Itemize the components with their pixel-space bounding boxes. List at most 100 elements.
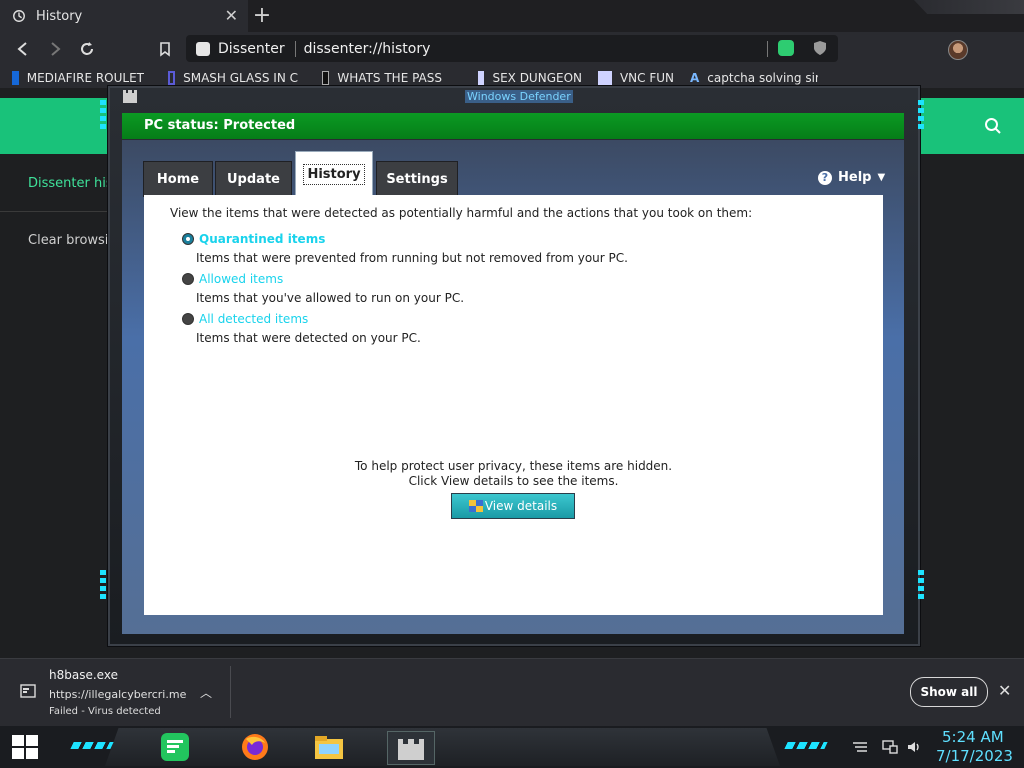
tab-history[interactable]: History ✕ <box>0 0 248 32</box>
option-description: Items that were prevented from running b… <box>196 251 628 265</box>
address-bar[interactable]: Dissenter dissenter://history <box>186 35 838 62</box>
bookmark-label: VNC FUN <box>619 71 674 85</box>
url-text[interactable]: dissenter://history <box>304 41 431 57</box>
option-label[interactable]: Allowed items <box>199 272 283 286</box>
back-icon[interactable] <box>14 40 32 58</box>
defender-taskbar-button[interactable] <box>387 731 435 765</box>
bookmark-label: WHATS THE PASS <box>337 71 442 85</box>
privacy-notice: Click View details to see the items. <box>408 474 619 488</box>
view-details-label: View details <box>484 499 558 513</box>
option-label[interactable]: Quarantined items <box>199 232 325 246</box>
glass-icon <box>168 71 176 85</box>
option-all-detected[interactable]: All detected items <box>182 312 308 326</box>
option-allowed[interactable]: Allowed items <box>182 272 283 286</box>
profile-avatar[interactable] <box>948 40 968 60</box>
close-icon[interactable]: ✕ <box>998 681 1011 700</box>
sidebar-item-clear-browsing[interactable]: Clear browsi <box>28 233 108 248</box>
radio-button[interactable] <box>182 313 194 325</box>
divider <box>767 41 768 57</box>
cube-icon <box>478 71 485 85</box>
help-button[interactable]: ? Help ▼ <box>818 170 885 185</box>
tab-settings[interactable]: Settings <box>376 161 458 197</box>
download-source: https://illegalcybercri.me <box>49 688 187 701</box>
bookmark-item[interactable]: SEX DUNGEON <box>478 71 582 85</box>
bookmark-item[interactable]: A captcha solving sim <box>690 71 818 85</box>
bookmark-label: SEX DUNGEON <box>492 71 582 85</box>
taskbar-rail <box>105 728 780 766</box>
tab-strip: History ✕ + <box>0 0 1024 32</box>
clock-date[interactable]: 7/17/2023 <box>936 747 1013 765</box>
taskbar-decoration <box>70 742 114 749</box>
option-label[interactable]: All detected items <box>199 312 308 326</box>
option-quarantined[interactable]: Quarantined items <box>182 232 325 246</box>
window-decoration <box>914 0 1024 14</box>
help-label: Help <box>838 170 872 185</box>
radio-button[interactable] <box>182 233 194 245</box>
bookmark-item[interactable]: VNC FUN <box>598 71 674 85</box>
view-details-button[interactable]: View details <box>451 493 575 519</box>
tab-label: Home <box>156 171 200 187</box>
taskbar-decoration <box>784 742 828 749</box>
comments-extension-icon[interactable] <box>778 40 794 56</box>
letter-a-icon: A <box>690 71 700 85</box>
bookmark-label: captcha solving sim <box>707 71 818 85</box>
option-description: Items that were detected on your PC. <box>196 331 421 345</box>
lock-icon <box>322 71 330 85</box>
network-icon[interactable] <box>882 740 898 754</box>
new-tab-button[interactable]: + <box>252 3 272 28</box>
site-icon <box>196 41 210 56</box>
tab-update[interactable]: Update <box>215 161 292 197</box>
bookmark-item[interactable]: WHATS THE PASS <box>322 71 442 85</box>
frame-decoration <box>918 570 924 600</box>
tab-label: Settings <box>386 171 448 187</box>
action-center-icon[interactable] <box>852 740 868 754</box>
tab-label: History <box>303 163 365 185</box>
window-title: Windows Defender <box>465 90 573 103</box>
download-status: Failed - Virus detected <box>49 706 161 717</box>
file-icon <box>20 684 36 698</box>
firefox-icon[interactable] <box>238 731 272 763</box>
radio-button[interactable] <box>182 273 194 285</box>
dissenter-app-icon[interactable] <box>158 731 192 763</box>
sidebar-item-history[interactable]: Dissenter his <box>28 176 113 191</box>
history-content: View the items that were detected as pot… <box>144 195 883 615</box>
castle-icon <box>123 90 137 103</box>
browser-toolbar: Dissenter dissenter://history ☰ <box>0 32 1024 91</box>
divider <box>0 211 110 212</box>
site-name: Dissenter <box>218 40 285 57</box>
tab-home[interactable]: Home <box>143 161 213 197</box>
reload-icon[interactable] <box>78 40 96 58</box>
forward-icon[interactable] <box>46 40 64 58</box>
tab-label: Update <box>227 171 280 187</box>
bookmark-item[interactable]: MEDIAFIRE ROULET <box>12 71 144 85</box>
windows-start-icon[interactable] <box>12 735 38 759</box>
tab-close-icon[interactable]: ✕ <box>225 6 238 25</box>
history-description: View the items that were detected as pot… <box>170 206 753 220</box>
castle-icon <box>398 739 424 760</box>
option-description: Items that you've allowed to run on your… <box>196 291 465 305</box>
file-explorer-icon[interactable] <box>312 731 346 763</box>
mediafire-icon <box>12 71 19 85</box>
search-icon[interactable] <box>984 117 1002 135</box>
bookmark-icon[interactable] <box>156 40 174 58</box>
shield-icon[interactable] <box>812 40 828 56</box>
cube-icon <box>598 71 612 85</box>
download-file-name[interactable]: h8base.exe <box>49 668 118 682</box>
volume-icon[interactable] <box>906 740 922 754</box>
chevron-up-icon[interactable]: ︿ <box>200 684 212 701</box>
tab-history[interactable]: History <box>295 151 373 197</box>
show-all-button[interactable]: Show all <box>910 677 988 707</box>
tab-title: History <box>36 8 83 24</box>
bookmark-label: SMASH GLASS IN C <box>183 71 298 85</box>
frame-decoration <box>918 100 924 130</box>
uac-shield-icon <box>468 500 483 512</box>
bookmarks-bar: MEDIAFIRE ROULET SMASH GLASS IN C WHATS … <box>0 66 1024 88</box>
clock-time[interactable]: 5:24 AM <box>942 728 1004 746</box>
divider <box>230 666 231 718</box>
bookmark-item[interactable]: SMASH GLASS IN C <box>168 71 298 85</box>
bookmark-label: MEDIAFIRE ROULET <box>26 71 144 85</box>
pc-status: PC status: Protected <box>144 118 296 133</box>
divider <box>294 40 296 57</box>
history-icon <box>13 10 25 22</box>
help-icon: ? <box>818 170 832 185</box>
